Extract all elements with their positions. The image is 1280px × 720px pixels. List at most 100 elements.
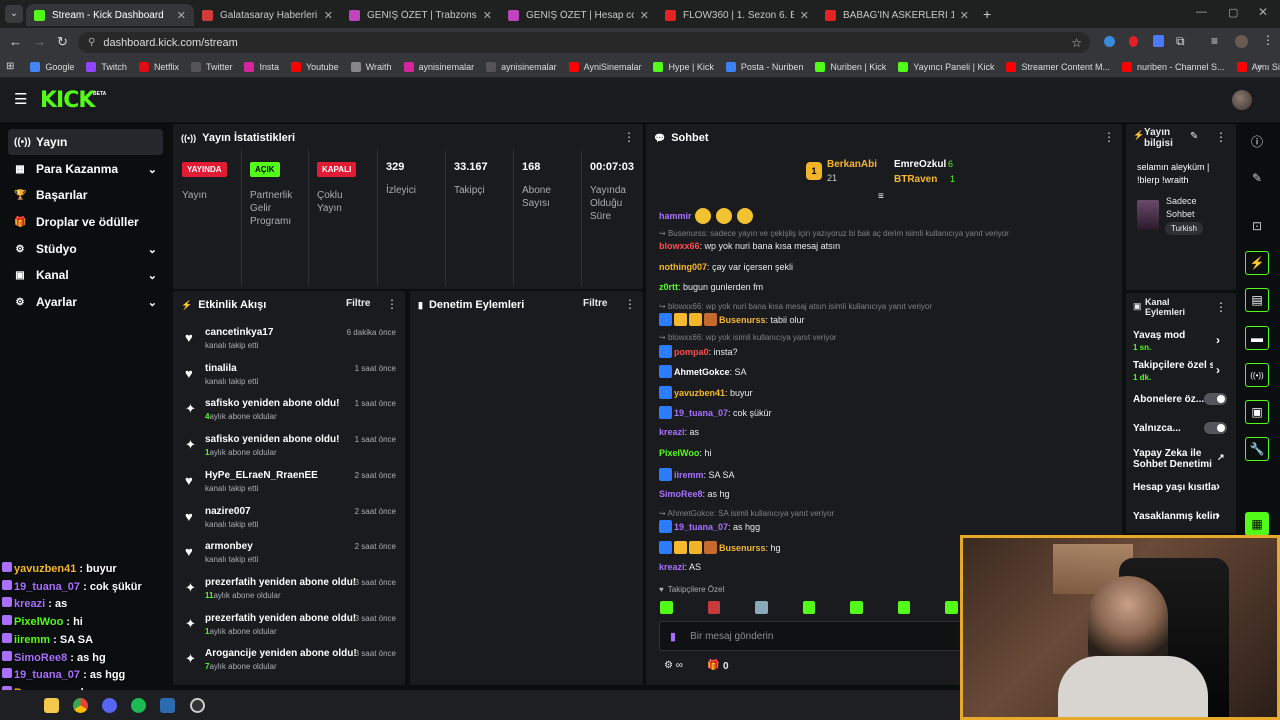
chat-username[interactable]: yavuzben41	[674, 388, 725, 398]
bookmark-item[interactable]: nuriben - Channel S...	[1122, 61, 1225, 72]
bookmark-item[interactable]: Youtube	[290, 61, 339, 72]
chat-username[interactable]: iiremm	[674, 470, 704, 480]
chrome-icon[interactable]	[73, 698, 88, 713]
chat-username[interactable]: hammir	[659, 211, 692, 221]
close-tab-icon[interactable]: ✕	[794, 9, 809, 22]
sidebar-item[interactable]: ▦ Para Kazanma ⌄	[8, 156, 163, 182]
panel-menu-icon[interactable]: ⋮	[1215, 130, 1227, 144]
screen-capture-icon[interactable]: ⊡	[1245, 214, 1269, 238]
sidebar-item[interactable]: ⚙ Ayarlar ⌄	[8, 289, 163, 315]
gift-icon[interactable]: 🎁	[707, 660, 719, 671]
moderation-filter-button[interactable]: Filtre	[583, 298, 607, 309]
age-restrict-label[interactable]: Hesap yaşı kısıtla	[1133, 482, 1216, 493]
emote-icon[interactable]	[850, 601, 863, 614]
bookmark-item[interactable]: Hype | Kick	[653, 61, 714, 72]
slow-mode-label[interactable]: Yavaş mod	[1133, 330, 1185, 341]
app-icon[interactable]	[160, 698, 175, 713]
subs-only-toggle[interactable]	[1204, 393, 1227, 405]
close-tab-icon[interactable]: ✕	[171, 9, 186, 22]
reload-icon[interactable]: ↻	[57, 34, 68, 50]
bookmark-item[interactable]: aynisinemalar	[486, 61, 557, 72]
emote-icon[interactable]	[660, 601, 673, 614]
gifter-name[interactable]: EmreOzkul	[894, 159, 946, 170]
bookmark-item[interactable]: Insta	[244, 61, 279, 72]
chat-username[interactable]: blowxx66	[659, 241, 700, 251]
emote-icon[interactable]	[755, 601, 768, 614]
profile-avatar[interactable]	[1235, 35, 1248, 48]
new-tab-button[interactable]: +	[983, 6, 991, 22]
extension-icon[interactable]	[1104, 36, 1115, 47]
browser-tab[interactable]: Stream - Kick Dashboard ✕	[26, 4, 194, 26]
followers-only-label[interactable]: Takipçilere özel s...	[1133, 360, 1213, 371]
chat-username[interactable]: 19_tuana_07	[674, 522, 728, 532]
add-widget-icon[interactable]: ▦	[1245, 512, 1269, 536]
pencil-icon[interactable]: ✎	[1245, 166, 1269, 190]
chat-username[interactable]: pompa0	[674, 347, 709, 357]
bookmark-star-icon[interactable]: ☆	[1071, 36, 1082, 50]
chat-username[interactable]: Busenurss	[719, 315, 766, 325]
age-restrict-chevron-icon[interactable]: ›	[1216, 479, 1220, 493]
address-bar[interactable]: ⚲ dashboard.kick.com/stream ☆	[78, 32, 1090, 53]
bookmark-item[interactable]: aynisinemalar	[403, 61, 474, 72]
maximize-window-icon[interactable]: ▢	[1228, 6, 1238, 19]
ai-moderation-label[interactable]: Yapay Zeka ile Sohbet Denetimi	[1133, 448, 1213, 470]
site-info-icon[interactable]: ⚲	[88, 37, 95, 48]
back-icon[interactable]: ←	[9, 34, 22, 49]
emote-icon[interactable]	[802, 601, 816, 614]
bookmark-item[interactable]: Netflix	[138, 61, 179, 72]
gifter-name[interactable]: BTRaven	[894, 174, 937, 185]
file-explorer-icon[interactable]	[44, 698, 59, 713]
scroll-down-icon[interactable]: ≡	[878, 191, 884, 202]
browser-tab[interactable]: Galatasaray Haberleri - Transfer...✕	[194, 4, 341, 26]
panel-menu-icon[interactable]: ⋮	[1215, 300, 1227, 314]
external-link-icon[interactable]: ↗	[1217, 452, 1225, 463]
browser-menu-icon[interactable]: ⋮	[1262, 33, 1274, 47]
chat-username[interactable]: kreazi	[659, 562, 685, 572]
chat-input[interactable]: ▮ Bir mesaj gönderin	[659, 621, 969, 651]
media-control-icon[interactable]: ≡	[1211, 34, 1218, 48]
minimize-window-icon[interactable]: —	[1196, 6, 1207, 18]
hamburger-menu-icon[interactable]: ☰	[14, 90, 27, 108]
sidebar-item[interactable]: ⚙ Stüdyo ⌄	[8, 236, 163, 262]
sidebar-item[interactable]: ((•)) Yayın	[8, 129, 163, 155]
panel-menu-icon[interactable]: ⋮	[386, 297, 398, 311]
chat-username[interactable]: nothing007	[659, 262, 707, 272]
more-bookmarks-icon[interactable]: »	[1257, 61, 1262, 71]
emote-icon[interactable]	[707, 601, 721, 614]
close-tab-icon[interactable]: ✕	[477, 9, 492, 22]
close-tab-icon[interactable]: ✕	[318, 9, 333, 22]
followers-only-chevron-icon[interactable]: ›	[1216, 363, 1220, 377]
sidebar-item[interactable]: 🎁 Droplar ve ödüller	[8, 209, 163, 235]
window-icon[interactable]: ▣	[1245, 400, 1269, 424]
bookmark-item[interactable]: Nuriben | Kick	[815, 61, 886, 72]
panel-menu-icon[interactable]: ⋮	[1103, 130, 1115, 144]
panel-menu-icon[interactable]: ⋮	[624, 297, 636, 311]
chat-username[interactable]: kreazi	[659, 427, 685, 437]
browser-tab[interactable]: FLOW360 | 1. Sezon 6. Bölüm | ...✕	[657, 4, 817, 26]
chat-icon[interactable]: ▬	[1245, 326, 1269, 350]
bookmark-item[interactable]: Yayıncı Paneli | Kick	[898, 61, 994, 72]
close-tab-icon[interactable]: ✕	[954, 9, 969, 22]
banned-words-label[interactable]: Yasaklanmış kelin	[1133, 511, 1219, 522]
sidebar-item[interactable]: 🏆 Başarılar	[8, 182, 163, 208]
category-name[interactable]: Sadece Sohbet	[1166, 195, 1226, 221]
bookmark-item[interactable]: Streamer Content M...	[1006, 61, 1110, 72]
mic-icon[interactable]: ▮	[670, 630, 676, 643]
tab-search-button[interactable]: ⌄	[5, 5, 23, 23]
chat-username[interactable]: 19_tuana_07	[674, 408, 728, 418]
discord-icon[interactable]	[102, 698, 117, 713]
bookmark-item[interactable]: Google	[30, 61, 74, 72]
bookmark-item[interactable]: Twitch	[86, 61, 127, 72]
emote-icon[interactable]	[897, 601, 911, 614]
chat-username[interactable]: Busenurss	[719, 543, 766, 553]
bolt-icon[interactable]: ⚡	[1245, 251, 1269, 275]
banned-words-chevron-icon[interactable]: ›	[1216, 508, 1220, 522]
browser-tab[interactable]: GENİŞ ÖZET | Trabzonspor 3 3 ...✕	[341, 4, 500, 26]
slow-mode-chevron-icon[interactable]: ›	[1216, 333, 1220, 347]
user-avatar[interactable]	[1232, 90, 1252, 110]
bookmark-item[interactable]: AyniSinemalar	[568, 61, 641, 72]
info-icon[interactable]: ⓘ	[1245, 129, 1269, 153]
top-gifter-name[interactable]: BerkanAbi	[827, 159, 877, 170]
browser-tab[interactable]: GENİŞ ÖZET | Hesap com Antal...✕	[500, 4, 657, 26]
bookmark-item[interactable]: Posta - Nuriben	[725, 61, 803, 72]
